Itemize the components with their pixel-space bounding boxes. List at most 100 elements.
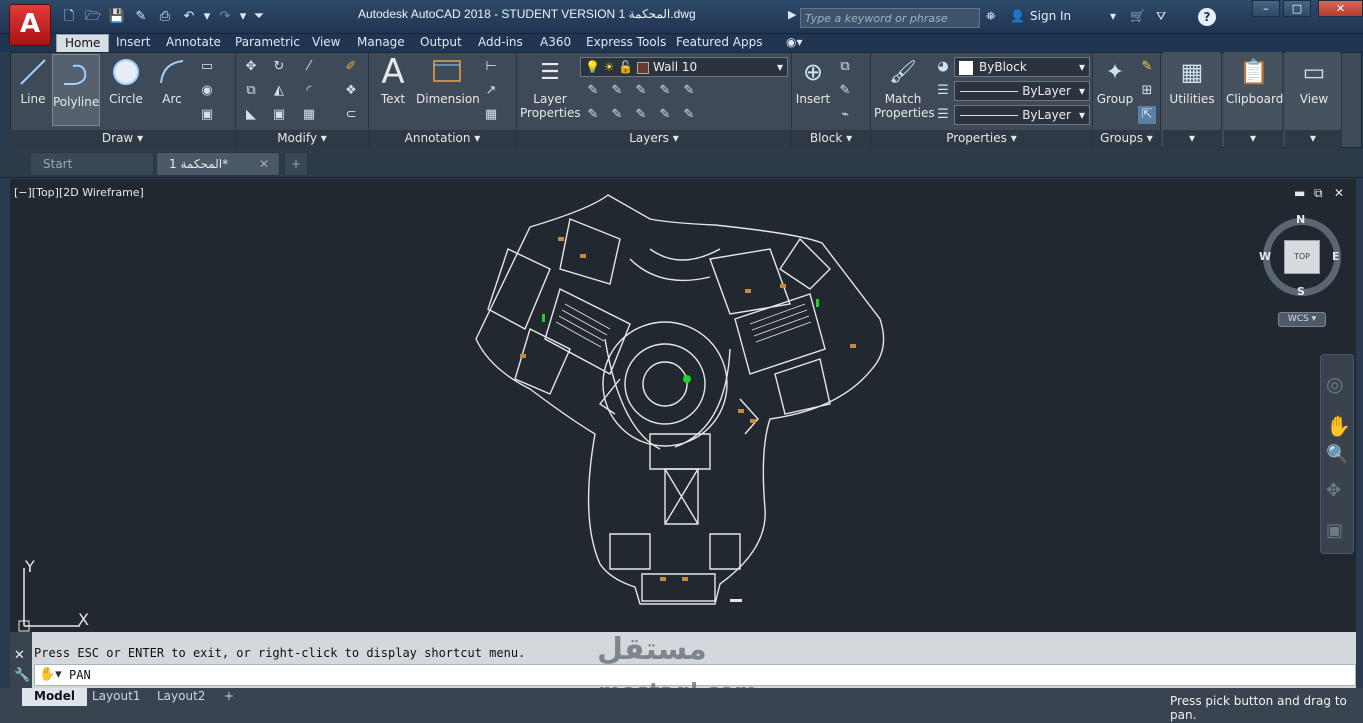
zoom-extents-icon[interactable]: 🔍 <box>1326 444 1348 465</box>
orbit-icon[interactable]: ✥ <box>1326 480 1341 501</box>
group-selection-icon[interactable]: ⇱ <box>1138 106 1156 124</box>
polyline-button[interactable]: Polyline <box>52 54 100 126</box>
viewport-close-icon[interactable]: ✕ <box>1334 186 1344 200</box>
viewport-minimize-icon[interactable]: ▬ <box>1294 186 1305 200</box>
groups-panel-title[interactable]: Groups ▾ <box>1093 130 1160 148</box>
insert-button[interactable]: ⊕ Insert <box>794 56 832 106</box>
layout2-tab[interactable]: Layout2 <box>145 688 217 706</box>
application-menu-button[interactable]: A <box>9 4 51 46</box>
layer-tool-4-icon[interactable]: ✎ <box>656 82 674 100</box>
create-block-icon[interactable]: ⧉ <box>836 58 854 76</box>
dimension-button[interactable]: Dimension <box>416 56 480 106</box>
clipboard-button[interactable]: 📋 Clipboard <box>1226 56 1283 106</box>
layer-tool-1-icon[interactable]: ✎ <box>584 82 602 100</box>
tab-output[interactable]: Output <box>414 34 468 52</box>
viewcube-top-face[interactable]: TOP <box>1284 240 1320 274</box>
drawing-tab[interactable]: المحكمة 1* ✕ <box>156 152 280 176</box>
autodesk-exchange-icon[interactable]: ⛛ <box>1156 9 1166 24</box>
move-icon[interactable]: ✥ <box>242 58 260 76</box>
compass-south[interactable]: S <box>1297 285 1305 298</box>
trim-icon[interactable]: ⁄ <box>300 58 318 76</box>
group-edit-icon[interactable]: ✎ <box>1138 58 1156 76</box>
layer-tool-9-icon[interactable]: ✎ <box>656 106 674 124</box>
linetype-icon[interactable]: ☰ <box>934 82 952 100</box>
color-dropdown[interactable]: ByBlock ▾ <box>954 57 1090 77</box>
layer-tool-10-icon[interactable]: ✎ <box>680 106 698 124</box>
open-icon[interactable]: 🗁 <box>84 8 102 26</box>
showmotion-icon[interactable]: ▣ <box>1326 520 1343 541</box>
sign-in-dropdown-icon[interactable]: ▾ <box>1110 9 1116 23</box>
linear-dimension-icon[interactable]: ⊢ <box>482 58 500 76</box>
add-layout-button[interactable]: + <box>212 688 246 706</box>
layer-tool-7-icon[interactable]: ✎ <box>608 106 626 124</box>
close-button[interactable]: ✕ <box>1318 0 1363 17</box>
view-button[interactable]: ▭ View <box>1288 56 1340 106</box>
save-as-icon[interactable]: ✎ <box>132 8 150 26</box>
tab-insert[interactable]: Insert <box>110 34 156 52</box>
binoculars-icon[interactable]: ⛯ <box>986 9 996 24</box>
new-tab-button[interactable]: + <box>284 152 308 176</box>
line-button[interactable]: Line <box>14 56 52 106</box>
pan-hand-icon[interactable]: ✋ <box>1326 414 1351 438</box>
explode-icon[interactable]: ❖ <box>342 82 360 100</box>
layer-tool-6-icon[interactable]: ✎ <box>584 106 602 124</box>
user-icon[interactable]: 👤 <box>1010 9 1025 23</box>
steering-wheel-icon[interactable]: ◎ <box>1326 372 1343 396</box>
rectangle-icon[interactable]: ▭ <box>198 58 216 76</box>
sign-in-link[interactable]: Sign In <box>1030 9 1071 23</box>
layer-tool-2-icon[interactable]: ✎ <box>608 82 626 100</box>
utilities-button[interactable]: ▦ Utilities <box>1166 56 1218 106</box>
compass-north[interactable]: N <box>1296 213 1305 226</box>
layer-tool-3-icon[interactable]: ✎ <box>632 82 650 100</box>
layer-tool-8-icon[interactable]: ✎ <box>632 106 650 124</box>
tab-a360[interactable]: A360 <box>534 34 577 52</box>
stretch-icon[interactable]: ◣ <box>242 106 260 124</box>
offset-icon[interactable]: ⊂ <box>342 106 360 124</box>
region-icon[interactable]: ▣ <box>198 106 216 124</box>
properties-panel-title[interactable]: Properties ▾ <box>871 130 1092 148</box>
mirror-icon[interactable]: ◭ <box>270 82 288 100</box>
viewport-restore-icon[interactable]: ⧉ <box>1314 186 1323 201</box>
table-icon[interactable]: ▦ <box>482 106 500 124</box>
tab-view[interactable]: View <box>306 34 346 52</box>
layers-panel-title[interactable]: Layers ▾ <box>517 130 791 148</box>
ungroup-icon[interactable]: ⊞ <box>1138 82 1156 100</box>
tab-home[interactable]: Home <box>56 34 110 52</box>
new-icon[interactable]: 🗋 <box>60 8 78 26</box>
search-input[interactable]: Type a keyword or phrase <box>800 8 980 28</box>
undo-dropdown-icon[interactable]: ▾ <box>198 8 216 26</box>
layout1-tab[interactable]: Layout1 <box>80 688 152 706</box>
tab-parametric[interactable]: Parametric <box>229 34 306 52</box>
tab-manage[interactable]: Manage <box>351 34 411 52</box>
tab-featured-apps[interactable]: Featured Apps <box>670 34 768 52</box>
array-icon[interactable]: ▦ <box>300 106 318 124</box>
block-attributes-icon[interactable]: ⌁ <box>836 106 854 124</box>
clipboard-expand-icon[interactable]: ▾ <box>1224 130 1282 148</box>
compass-east[interactable]: E <box>1332 250 1340 263</box>
color-wheel-icon[interactable]: ◕ <box>934 58 952 76</box>
hatch-icon[interactable]: ◉ <box>198 82 216 100</box>
wcs-menu[interactable]: WCS ▾ <box>1278 312 1326 327</box>
save-icon[interactable]: 💾 <box>108 8 126 26</box>
tab-annotate[interactable]: Annotate <box>160 34 227 52</box>
linetype-dropdown[interactable]: ByLayer ▾ <box>954 81 1090 101</box>
erase-icon[interactable]: ✐ <box>342 58 360 76</box>
close-command-icon[interactable]: ✕ <box>14 648 25 663</box>
undo-icon[interactable]: ↶ <box>180 8 198 26</box>
maximize-button[interactable]: □ <box>1283 0 1311 17</box>
draw-panel-title[interactable]: Draw ▾ <box>10 130 235 148</box>
model-tab[interactable]: Model <box>22 688 88 706</box>
start-tab[interactable]: Start <box>30 152 154 176</box>
tab-add-ins[interactable]: Add-ins <box>472 34 529 52</box>
arc-button[interactable]: Arc <box>150 56 194 106</box>
copy-icon[interactable]: ⧉ <box>242 82 260 100</box>
modify-panel-title[interactable]: Modify ▾ <box>236 130 368 148</box>
minimize-button[interactable]: – <box>1252 0 1280 17</box>
leader-icon[interactable]: ↗ <box>482 82 500 100</box>
edit-block-icon[interactable]: ✎ <box>836 82 854 100</box>
annotation-panel-title[interactable]: Annotation ▾ <box>369 130 516 148</box>
viewport-controls-label[interactable]: [−][Top][2D Wireframe] <box>14 186 144 199</box>
search-expand-icon[interactable]: ▶ <box>788 8 796 21</box>
view-expand-icon[interactable]: ▾ <box>1285 130 1341 148</box>
compass-west[interactable]: W <box>1259 250 1271 263</box>
